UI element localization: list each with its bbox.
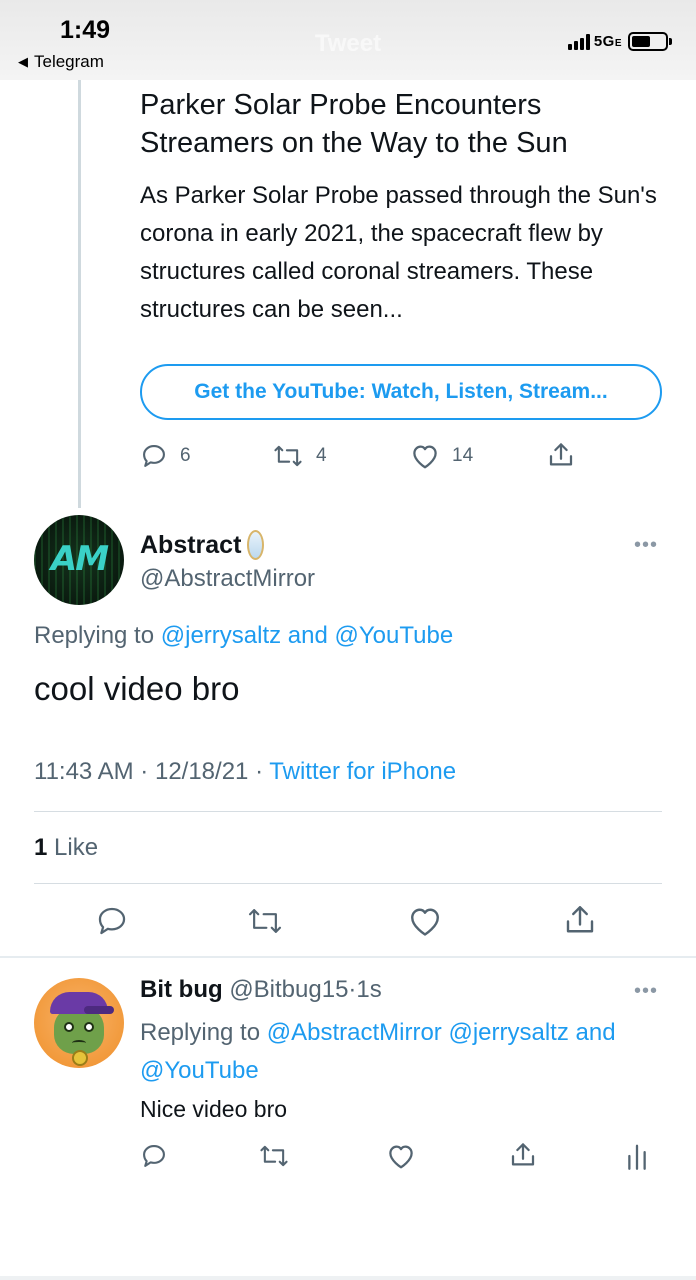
reply-age: 1s [356, 976, 382, 1003]
share-icon [566, 906, 594, 933]
mirror-emoji-icon [247, 530, 265, 560]
status-indicators: 5GE [567, 32, 672, 51]
avatar-chain-pendant [72, 1050, 88, 1066]
divider [34, 811, 662, 812]
share-button[interactable] [562, 902, 598, 938]
avatar-eye [64, 1022, 74, 1032]
more-icon[interactable]: ••• [634, 534, 658, 557]
reply-button[interactable] [140, 1142, 168, 1170]
battery-icon [628, 32, 672, 51]
analytics-icon [628, 1144, 646, 1170]
retweet-button[interactable] [246, 904, 284, 938]
retweet-icon [248, 909, 282, 933]
mention-jerrysaltz[interactable]: @jerrysaltz [448, 1019, 568, 1046]
share-button[interactable] [508, 1140, 538, 1170]
link-card-title[interactable]: Parker Solar Probe Encounters Streamers … [140, 86, 660, 162]
reply-tweet-text: Nice video bro [140, 1096, 288, 1122]
mention-youtube[interactable]: @YouTube [335, 622, 454, 649]
status-bar: 1:49 ◀ Telegram Tweet 5GE [0, 0, 696, 80]
focused-tweet-text: cool video bro [34, 670, 240, 707]
section-divider [0, 956, 696, 958]
reply-action[interactable]: 6 [140, 442, 191, 470]
like-action[interactable]: 14 [410, 442, 473, 470]
thread-connector-line [78, 80, 81, 508]
retweet-count: 4 [316, 445, 327, 466]
divider [34, 883, 662, 884]
share-icon [511, 1143, 535, 1166]
handle-abstractmirror[interactable]: @AbstractMirror [140, 565, 315, 593]
tweet-metadata: 11:43 AM · 12/18/21 · Twitter for iPhone [34, 758, 457, 785]
get-youtube-app-button[interactable]: Get the YouTube: Watch, Listen, Stream..… [140, 364, 662, 420]
display-name-bitbug[interactable]: Bit bug [140, 976, 223, 1003]
reply-author-line: Bit bug @Bitbug15·1s [140, 976, 382, 1003]
retweet-button[interactable] [258, 1142, 290, 1170]
mention-youtube[interactable]: @YouTube [140, 1057, 259, 1084]
link-card-description[interactable]: As Parker Solar Probe passed through the… [140, 177, 670, 329]
reply-button[interactable] [95, 904, 129, 938]
share-icon [549, 443, 573, 466]
handle-bitbug[interactable]: @Bitbug15 [229, 976, 348, 1003]
avatar-eye [84, 1022, 94, 1032]
replying-to-line: Replying to @jerrysaltz and @YouTube [34, 622, 454, 649]
like-icon [389, 1145, 413, 1169]
reply-replying-to-line: Replying to @AbstractMirror @jerrysaltz … [140, 1019, 616, 1084]
likes-count: 1 [34, 834, 48, 861]
retweet-icon [260, 1145, 288, 1167]
mention-abstractmirror[interactable]: @AbstractMirror [267, 1019, 442, 1046]
avatar-abstractmirror[interactable]: AM [34, 515, 124, 605]
mention-jerrysaltz[interactable]: @jerrysaltz [161, 622, 281, 649]
display-name-abstract[interactable]: Abstract [140, 530, 265, 560]
share-action[interactable] [546, 440, 576, 470]
reply-icon [143, 1145, 165, 1167]
tweet-time: 11:43 AM [34, 758, 134, 785]
like-count: 14 [452, 445, 474, 466]
like-button[interactable] [407, 904, 443, 938]
avatar-am-logo: AM [50, 539, 109, 579]
likes-label: Like [54, 834, 99, 861]
avatar-bitbug[interactable] [34, 978, 124, 1068]
retweet-icon [274, 445, 302, 467]
network-indicator: 5GE [593, 33, 622, 50]
like-icon [413, 445, 437, 469]
analytics-button[interactable] [624, 1142, 650, 1170]
likes-summary[interactable]: 1 Like [34, 834, 98, 862]
avatar-mouth [72, 1040, 86, 1046]
signal-icon [567, 33, 590, 50]
reply-icon [143, 445, 165, 467]
tweet-date: 12/18/21 [154, 758, 249, 785]
tweet-source-link[interactable]: Twitter for iPhone [269, 758, 456, 785]
reply-count: 6 [180, 445, 191, 466]
avatar-cap-brim [84, 1006, 114, 1014]
like-icon [411, 908, 439, 936]
more-icon[interactable]: ••• [634, 980, 658, 1003]
like-button[interactable] [386, 1142, 416, 1170]
bottom-edge [0, 1276, 696, 1280]
reply-icon [98, 907, 126, 935]
retweet-action[interactable]: 4 [272, 442, 327, 470]
